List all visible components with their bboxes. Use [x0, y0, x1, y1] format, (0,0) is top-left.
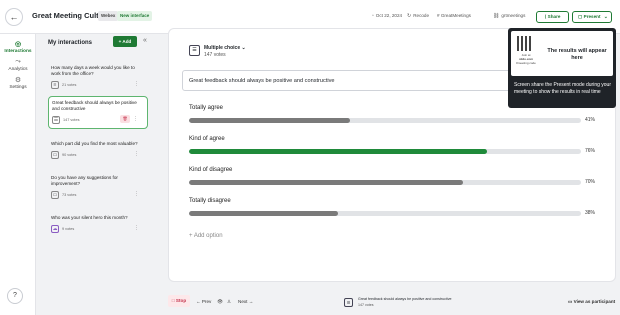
more-icon[interactable]: ⋮ [134, 151, 139, 157]
recode-link[interactable]: ↻ Recode [407, 13, 429, 19]
present-tooltip: Join at slido.com #meeting code The resu… [508, 28, 616, 108]
more-icon[interactable]: ⋮ [134, 225, 139, 231]
option-percent: 38% [585, 210, 596, 216]
option-label[interactable]: Kind of agree [189, 136, 225, 142]
option-percent: 70% [585, 179, 596, 185]
add-option-button[interactable]: + Add option [189, 233, 223, 239]
share-link[interactable]: ⛓ grtmeetings [493, 13, 525, 19]
tooltip-preview: Join at slido.com #meeting code The resu… [511, 31, 613, 76]
text-icon: ▭ [51, 191, 59, 199]
results-placeholder: The results will appear here [547, 48, 607, 61]
tooltip-text: Screen share the Present mode during you… [514, 82, 611, 95]
question-text: Great feedback should always be positive… [189, 78, 335, 84]
view-as-participant-button[interactable]: ▭ View as participant [568, 299, 615, 305]
rail-analytics[interactable]: ⤳ Analytics [0, 58, 36, 72]
option-bar [189, 180, 581, 185]
more-icon[interactable]: ⋮ [133, 116, 138, 122]
trash-icon[interactable]: 🗑 [120, 115, 130, 123]
option-bar-fill [189, 118, 350, 123]
current-interaction: ☰ Great feedback should always be positi… [344, 296, 479, 309]
gear-icon: ⚙ [14, 77, 22, 84]
stop-button[interactable]: □ Stop [168, 295, 190, 307]
prev-button[interactable]: ← Prev [196, 299, 211, 304]
rail-interactions[interactable]: ◎ Interactions [0, 40, 36, 54]
qr-code-icon [517, 36, 532, 51]
chevron-down-icon[interactable]: ⌄ [604, 12, 608, 22]
link-icon: ⛓ [493, 13, 500, 19]
wordcloud-icon: ☁ [51, 225, 59, 233]
bottom-bar: □ Stop ← Prev 👁 ♙ Next → ☰ Great feedbac… [168, 290, 616, 315]
interactions-icon: ◎ [14, 41, 22, 48]
option-bar-fill [189, 180, 464, 185]
present-button[interactable]: ▢ Present ⌄ [572, 11, 612, 23]
person-icon[interactable]: ♙ [227, 299, 231, 305]
webex-badge: Webex [98, 11, 119, 21]
option-label[interactable]: Kind of disagree [189, 167, 232, 173]
analytics-icon: ⤳ [15, 58, 21, 65]
share-button[interactable]: ⟨ Share [536, 11, 569, 23]
hashtag-label[interactable]: # GreatMeetings [437, 13, 471, 18]
panel-title: My interactions [48, 40, 93, 46]
option-bar-fill [189, 149, 487, 154]
left-rail: ◎ Interactions ⤳ Analytics ⚙ Settings ? [0, 34, 36, 315]
chat-icon: ▭ [51, 151, 59, 159]
eye-icon[interactable]: 👁 [217, 299, 223, 305]
option-percent: 76% [585, 148, 596, 154]
interaction-item[interactable]: Which part did you find the most valuabl… [48, 138, 148, 163]
interactions-panel: My interactions + Add « How many days a … [43, 34, 161, 315]
question-field[interactable]: Great feedback should always be positive… [182, 70, 522, 91]
help-button[interactable]: ? [7, 288, 23, 304]
interaction-item[interactable]: Do you have any suggestions for improvem… [48, 172, 148, 203]
multiple-choice-icon: ☰ [52, 116, 60, 124]
interaction-item-selected[interactable]: Great feedback should always be positive… [48, 96, 148, 129]
option-label[interactable]: Totally agree [189, 105, 223, 111]
double-chevron-left-icon[interactable]: « [143, 37, 147, 44]
option-label[interactable]: Totally disagree [189, 198, 231, 204]
option-bar [189, 118, 581, 123]
option-percent: 41% [585, 117, 596, 123]
bar-chart-icon: ≡ [51, 81, 59, 89]
multiple-choice-icon: ☰ [189, 45, 200, 56]
more-icon[interactable]: ⋮ [134, 81, 139, 87]
vote-count: 147 votes [204, 52, 226, 58]
date-label: ▫ Oct 22, 2024 [372, 13, 403, 19]
multiple-choice-icon: ☰ [344, 298, 353, 307]
interaction-type[interactable]: Multiple choice ⌄ [204, 45, 246, 51]
more-icon[interactable]: ⋮ [134, 191, 139, 197]
refresh-icon: ↻ [407, 13, 412, 19]
next-button[interactable]: Next → [238, 299, 253, 304]
option-bar [189, 149, 581, 154]
calendar-icon: ▫ [372, 13, 374, 19]
rail-settings[interactable]: ⚙ Settings [0, 76, 36, 90]
interaction-item[interactable]: How many days a week would you like to w… [48, 62, 148, 93]
option-bar [189, 211, 581, 216]
add-button[interactable]: + Add [113, 36, 137, 47]
new-interface-badge: New interface [117, 11, 153, 21]
option-bar-fill [189, 211, 338, 216]
arrow-left-icon[interactable]: ← [5, 8, 23, 26]
interaction-item[interactable]: Who was your silent hero this month? ☁ 9 … [48, 212, 148, 237]
